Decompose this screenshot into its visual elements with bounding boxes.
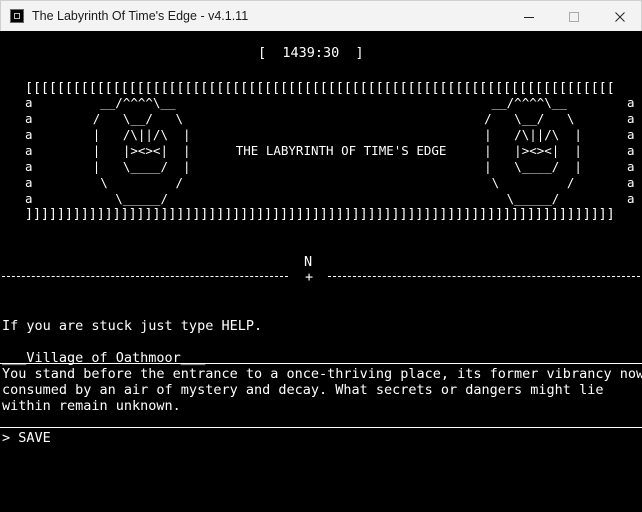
game-clock: [ 1439:30 ]: [258, 45, 364, 61]
compass-divider-left: [2, 276, 288, 278]
compass-divider-right: [328, 276, 640, 278]
description-line: You stand before the entrance to a once-…: [2, 366, 642, 382]
banner-row: a \_____/ \_____/ a: [25, 191, 635, 206]
app-icon: [10, 9, 24, 23]
help-hint: If you are stuck just type HELP.: [2, 318, 263, 334]
input-divider: [0, 427, 642, 428]
banner-row: a | |><><| | THE LABYRINTH OF TIME'S EDG…: [25, 143, 635, 158]
terminal-output: [ 1439:30 ] [[[[[[[[[[[[[[[[[[[[[[[[[[[[…: [0, 31, 642, 512]
banner-top-border: [[[[[[[[[[[[[[[[[[[[[[[[[[[[[[[[[[[[[[[[…: [25, 80, 615, 96]
banner-row: a | \____/ | | \____/ | a: [25, 159, 635, 174]
banner-bottom-border: ]]]]]]]]]]]]]]]]]]]]]]]]]]]]]]]]]]]]]]]]…: [25, 206, 615, 222]
command-input[interactable]: > SAVE: [2, 430, 51, 446]
compass-north: N: [304, 254, 313, 270]
window-titlebar: The Labyrinth Of Time's Edge - v4.1.11: [0, 0, 642, 31]
location-divider: [0, 363, 642, 364]
banner-row: a __/^^^^\__ __/^^^^\__ a: [25, 95, 635, 110]
banner-row: a / \__/ \ / \__/ \ a: [25, 111, 635, 126]
minimize-icon: [524, 16, 534, 18]
maximize-icon: [569, 11, 579, 22]
compass-marker: +: [305, 269, 314, 285]
close-icon: [615, 11, 625, 22]
description-line: consumed by an air of mystery and decay.…: [2, 382, 604, 398]
maximize-button[interactable]: [551, 1, 597, 32]
close-button[interactable]: [597, 1, 642, 32]
banner-row: a \ / \ / a: [25, 175, 635, 190]
banner-row: a | /\||/\ | | /\||/\ | a: [25, 127, 635, 142]
window-title: The Labyrinth Of Time's Edge - v4.1.11: [32, 9, 249, 23]
description-line: within remain unknown.: [2, 398, 181, 414]
minimize-button[interactable]: [506, 1, 552, 32]
